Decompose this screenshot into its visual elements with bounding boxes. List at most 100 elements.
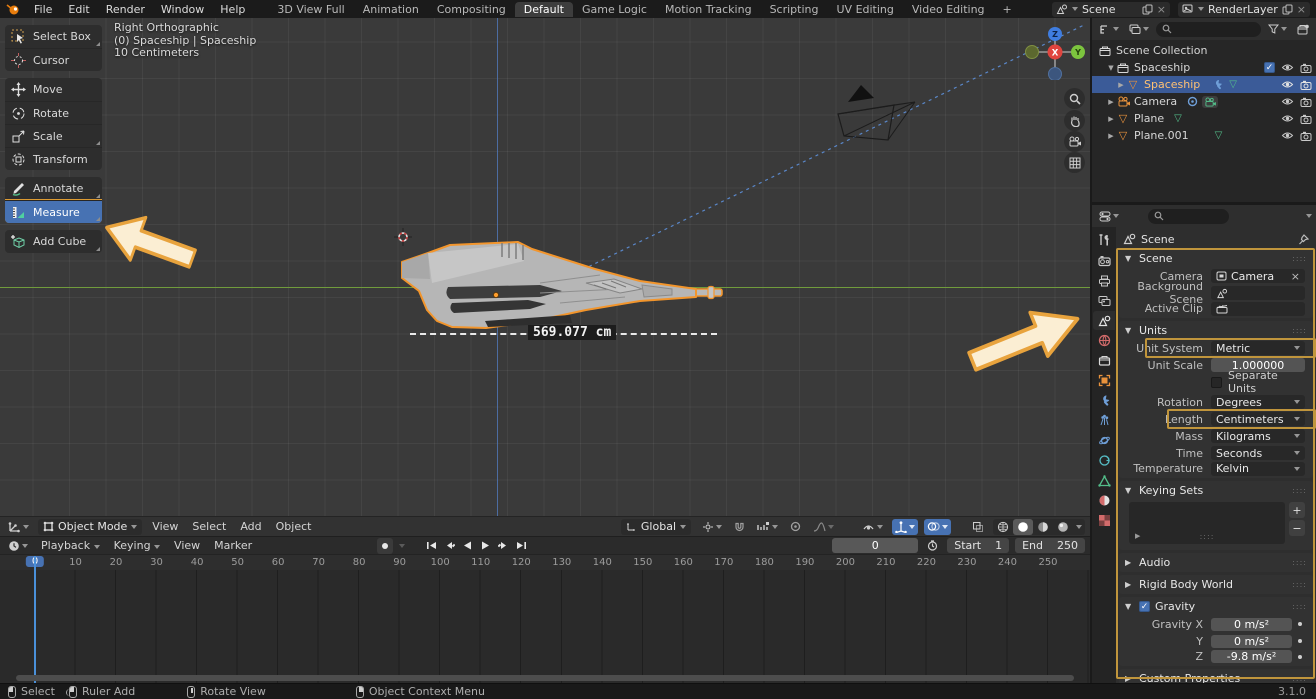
tab-scene[interactable] (1093, 311, 1115, 330)
tab-object[interactable] (1093, 371, 1115, 390)
tab-tool[interactable] (1093, 231, 1115, 250)
tab-3d-view-full[interactable]: 3D View Full (268, 2, 353, 17)
tab-object-data[interactable] (1093, 471, 1115, 490)
tab-texture[interactable] (1093, 511, 1115, 530)
panel-rigid-header[interactable]: ▶ Rigid Body World :::: (1119, 575, 1313, 594)
new-scene-icon[interactable] (1142, 4, 1153, 15)
outliner-display-mode-button[interactable] (1126, 21, 1152, 37)
zoom-view-button[interactable] (1064, 88, 1085, 109)
hide-eye-icon[interactable] (1281, 80, 1294, 89)
tool-transform[interactable]: Transform (5, 147, 102, 170)
menu-window[interactable]: Window (154, 2, 211, 17)
play-button[interactable] (477, 538, 494, 553)
add-keying-set-button[interactable]: + (1289, 502, 1305, 518)
outliner-editor-type-button[interactable] (1096, 21, 1122, 37)
tab-collection-props[interactable] (1093, 351, 1115, 370)
tool-cursor[interactable]: Cursor (5, 48, 102, 71)
previous-keyframe-button[interactable] (441, 538, 458, 553)
shading-material-button[interactable] (1033, 519, 1053, 535)
navigation-gizmo[interactable]: Z Y X (1022, 22, 1088, 80)
gravity-x-field[interactable]: 0 m/s² (1211, 618, 1292, 631)
gravity-checkbox[interactable]: ✓ (1139, 601, 1150, 612)
use-preview-range-button[interactable] (924, 538, 941, 554)
tab-add-workspace[interactable]: + (994, 2, 1021, 17)
panel-scene-header[interactable]: ▼ Scene :::: (1119, 249, 1313, 268)
play-reverse-button[interactable] (459, 538, 476, 553)
toggle-ortho-button[interactable] (1064, 152, 1085, 173)
tab-modifiers[interactable] (1093, 391, 1115, 410)
camera-object[interactable] (818, 82, 922, 148)
overlays-toggle-button[interactable] (924, 519, 951, 535)
timeline-body[interactable] (0, 570, 1090, 683)
menu-marker[interactable]: Marker (210, 539, 256, 552)
tool-scale[interactable]: Scale (5, 124, 102, 147)
shading-rendered-button[interactable] (1053, 519, 1073, 535)
timeline-editor-type-button[interactable] (5, 538, 31, 554)
menu-tl-view[interactable]: View (170, 539, 204, 552)
keying-sets-list[interactable]: ▶ :::: (1129, 502, 1285, 544)
properties-search-input[interactable] (1148, 209, 1229, 224)
menu-add[interactable]: Add (236, 520, 265, 533)
3d-viewport[interactable]: 569.077 cm Right Orthographic (0) Spaces… (0, 18, 1090, 516)
blender-logo-icon[interactable] (6, 3, 21, 16)
scene-selector[interactable]: Scene × (1052, 2, 1170, 17)
disclosure-icon[interactable]: ▶ (1106, 115, 1116, 123)
new-collection-button[interactable] (1294, 21, 1312, 37)
hide-eye-icon[interactable] (1281, 63, 1294, 72)
remove-layer-icon[interactable]: × (1297, 4, 1306, 15)
render-layer-selector[interactable]: RenderLayer × (1178, 2, 1310, 17)
tab-compositing[interactable]: Compositing (428, 2, 515, 17)
disclosure-icon[interactable]: ▼ (1106, 64, 1116, 72)
current-frame-field[interactable]: 0 (832, 538, 918, 553)
proportional-editing-button[interactable] (787, 519, 804, 535)
disable-render-icon[interactable] (1300, 63, 1312, 73)
panel-units-header[interactable]: ▼ Units :::: (1119, 321, 1313, 340)
pan-view-button[interactable] (1064, 110, 1085, 131)
end-frame-field[interactable]: End 250 (1015, 538, 1085, 553)
tab-material[interactable] (1093, 491, 1115, 510)
outliner-search-input[interactable] (1156, 22, 1261, 37)
pivot-point-button[interactable] (699, 519, 725, 535)
hide-eye-icon[interactable] (1281, 114, 1294, 123)
snap-toggle-button[interactable] (731, 519, 748, 535)
length-dropdown[interactable]: Centimeters (1211, 412, 1305, 426)
rotation-dropdown[interactable]: Degrees (1211, 395, 1305, 409)
tab-constraints[interactable] (1093, 451, 1115, 470)
shading-dropdown[interactable] (1073, 519, 1085, 535)
mode-selector[interactable]: Object Mode (38, 519, 142, 535)
unit-system-dropdown[interactable]: Metric (1211, 341, 1305, 355)
temperature-dropdown[interactable]: Kelvin (1211, 462, 1305, 476)
tab-world[interactable] (1093, 331, 1115, 350)
outliner-row-spaceship-object[interactable]: ▶ ▽ Spaceship ▽ (1092, 76, 1316, 93)
animate-gravity-z-button[interactable] (1295, 655, 1305, 659)
tab-particles[interactable] (1093, 411, 1115, 430)
playhead[interactable] (34, 556, 36, 683)
tool-measure[interactable]: Measure (5, 200, 102, 223)
disclosure-icon[interactable]: ▶ (1106, 98, 1116, 106)
next-keyframe-button[interactable] (495, 538, 512, 553)
active-clip-field[interactable] (1211, 302, 1305, 316)
clear-camera-icon[interactable]: × (1291, 270, 1300, 283)
menu-file[interactable]: File (27, 2, 59, 17)
gravity-z-field[interactable]: -9.8 m/s² (1211, 650, 1292, 663)
xray-toggle-button[interactable] (969, 519, 987, 535)
shading-solid-button[interactable] (1013, 519, 1033, 535)
tab-video-editing[interactable]: Video Editing (903, 2, 994, 17)
keying-dropdown[interactable] (399, 544, 405, 548)
menu-view[interactable]: View (148, 520, 182, 533)
editor-type-button[interactable] (5, 519, 32, 535)
disable-render-icon[interactable] (1300, 97, 1312, 107)
mass-dropdown[interactable]: Kilograms (1211, 429, 1305, 443)
outliner-filter-button[interactable] (1265, 21, 1290, 37)
hide-eye-icon[interactable] (1281, 97, 1294, 106)
remove-keying-set-button[interactable]: − (1289, 520, 1305, 536)
outliner-row-camera[interactable]: ▶ Camera (1092, 93, 1316, 110)
properties-options-dropdown[interactable] (1306, 214, 1312, 218)
gizmos-toggle-button[interactable] (892, 519, 918, 535)
tab-uv-editing[interactable]: UV Editing (828, 2, 903, 17)
snap-settings-button[interactable] (754, 519, 781, 535)
tab-render[interactable] (1093, 251, 1115, 270)
tab-scripting[interactable]: Scripting (761, 2, 828, 17)
timeline-scrollbar[interactable] (16, 675, 1074, 681)
tab-motion-tracking[interactable]: Motion Tracking (656, 2, 761, 17)
